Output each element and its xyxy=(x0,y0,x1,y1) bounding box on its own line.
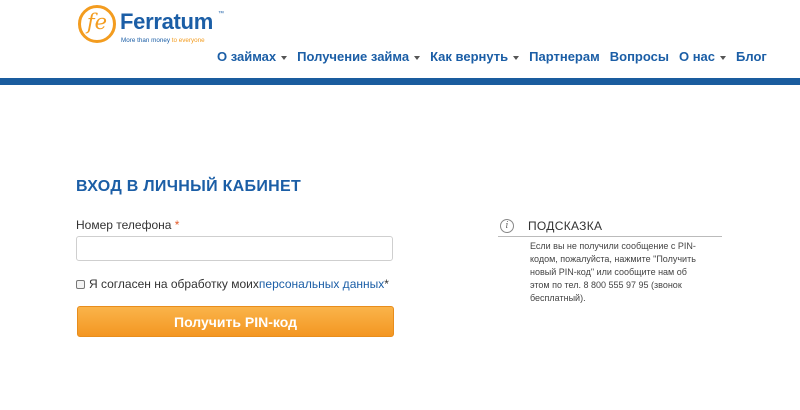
nav-item-repay[interactable]: Как вернуть xyxy=(430,49,520,64)
nav-item-label: Получение займа xyxy=(297,49,410,64)
header-divider xyxy=(0,78,800,85)
hint-divider xyxy=(498,236,722,237)
nav-item-label: Как вернуть xyxy=(430,49,509,64)
consent-label: Я согласен на обработку моих xyxy=(89,277,259,291)
consent-checkbox[interactable] xyxy=(76,279,85,289)
nav-item-questions[interactable]: Вопросы xyxy=(610,49,669,64)
ferratum-logo[interactable]: fe Ferratum ™ More than money to everyon… xyxy=(78,3,228,47)
personal-data-link[interactable]: персональных данных xyxy=(259,277,384,291)
consent-row: Я согласен на обработку моих персональны… xyxy=(76,277,389,291)
hint-title: ПОДСКАЗКА xyxy=(528,219,603,233)
logo-mark-text: fe xyxy=(86,10,108,34)
info-icon: i xyxy=(500,219,514,233)
chevron-down-icon xyxy=(513,55,520,60)
logo-tagline-highlight: to everyone xyxy=(171,37,205,44)
required-mark: * xyxy=(174,218,180,232)
phone-input[interactable] xyxy=(76,236,393,261)
phone-label: Номер телефона * xyxy=(76,218,179,232)
nav-item-label: О нас xyxy=(678,49,716,64)
page-title: ВХОД В ЛИЧНЫЙ КАБИНЕТ xyxy=(76,178,302,195)
nav-item-loans[interactable]: О займах xyxy=(217,49,288,64)
nav-item-blog[interactable]: Блог xyxy=(736,49,767,64)
nav-item-about[interactable]: О нас xyxy=(678,49,727,64)
nav-item-partners[interactable]: Партнерам xyxy=(529,49,600,64)
consent-required-mark: * xyxy=(384,277,389,291)
logo-trademark: ™ xyxy=(218,11,224,17)
chevron-down-icon xyxy=(414,55,421,60)
nav-item-label: Вопросы xyxy=(609,49,669,64)
nav-item-label: О займах xyxy=(217,49,277,64)
nav-item-label: Партнерам xyxy=(529,49,600,64)
chevron-down-icon xyxy=(281,55,288,60)
logo-tagline-start: More than money xyxy=(121,37,172,44)
logo-tagline: More than money to everyone xyxy=(121,37,205,44)
chevron-down-icon xyxy=(720,55,727,60)
logo-wordmark: Ferratum xyxy=(120,9,213,34)
main-nav: О займах Получение займа Как вернуть Пар… xyxy=(217,49,777,64)
nav-item-label: Блог xyxy=(736,49,767,64)
get-pin-button[interactable]: Получить PIN-код xyxy=(77,306,394,337)
phone-label-text: Номер телефона xyxy=(76,218,172,232)
hint-text: Если вы не получили сообщение с PIN-кодо… xyxy=(530,241,696,303)
nav-item-get-loan[interactable]: Получение займа xyxy=(297,49,421,64)
